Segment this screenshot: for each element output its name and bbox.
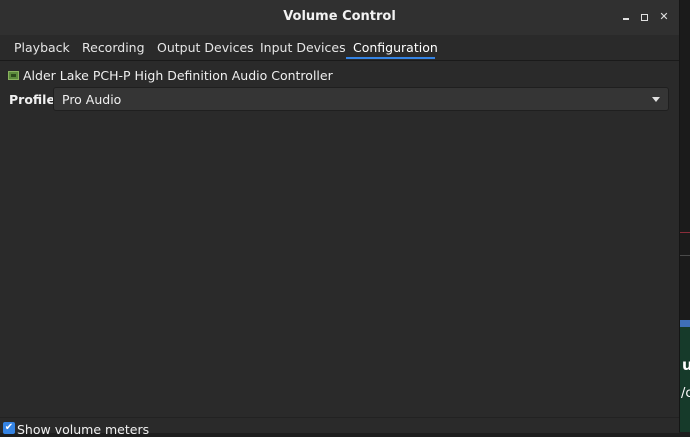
footer-bar: ✔ Show volume meters: [0, 417, 679, 437]
maximize-icon: [640, 13, 648, 21]
background-green-panel: [680, 327, 690, 432]
tab-playback[interactable]: Playback: [14, 40, 70, 60]
tab-output-devices[interactable]: Output Devices: [157, 40, 254, 60]
background-blue-bar: [680, 320, 690, 327]
profile-dropdown[interactable]: Pro Audio: [53, 87, 669, 111]
background-divider-red: [680, 232, 690, 233]
minimize-icon: [623, 18, 629, 20]
checkmark-icon: ✔: [4, 422, 14, 433]
sound-card-icon: [8, 70, 19, 80]
tab-recording[interactable]: Recording: [82, 40, 145, 60]
tab-input-devices[interactable]: Input Devices: [260, 40, 346, 60]
background-window-strip: u /c: [680, 0, 690, 432]
chevron-down-icon: [652, 97, 660, 102]
maximize-button[interactable]: [636, 9, 652, 25]
sound-card-header: Alder Lake PCH-P High Definition Audio C…: [8, 67, 333, 83]
close-icon: ✕: [659, 10, 669, 23]
window-title: Volume Control: [283, 9, 396, 24]
background-text-fragment: /c: [681, 386, 690, 401]
show-volume-meters-checkbox[interactable]: ✔: [3, 422, 15, 434]
background-text-fragment: u: [682, 356, 690, 374]
sound-card-name: Alder Lake PCH-P High Definition Audio C…: [23, 67, 333, 83]
configuration-panel: [0, 115, 679, 415]
tab-bar: Playback Recording Output Devices Input …: [0, 35, 679, 61]
titlebar[interactable]: Volume Control ✕: [0, 0, 679, 35]
volume-control-window: Volume Control ✕ Playback Recording Outp…: [0, 0, 680, 437]
minimize-button[interactable]: [618, 9, 634, 25]
active-tab-indicator: [346, 57, 435, 59]
show-volume-meters-label[interactable]: Show volume meters: [17, 422, 149, 437]
close-button[interactable]: ✕: [656, 9, 672, 25]
profile-selected-value: Pro Audio: [62, 92, 122, 107]
background-divider: [680, 255, 690, 256]
